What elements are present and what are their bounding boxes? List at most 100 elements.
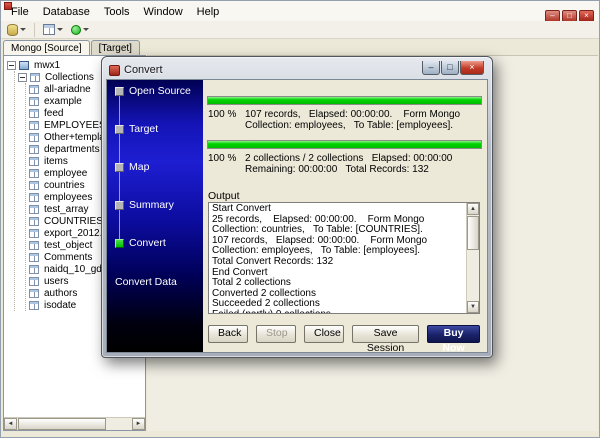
table-icon [29,133,39,142]
tree-item-label[interactable]: users [42,276,70,287]
scrollbar-thumb[interactable] [18,418,106,430]
tree-item-label[interactable]: test_object [42,240,94,251]
menu-file[interactable]: File [4,5,36,19]
dialog-minimize-button[interactable]: – [422,61,440,75]
output-line: Total Convert Records: 132 [212,257,463,268]
tree-item-label[interactable]: departments [42,144,102,155]
menu-window[interactable]: Window [137,5,190,19]
tree-item-label[interactable]: employee [42,168,89,179]
tree-item-label[interactable]: COUNTRIES [42,216,105,227]
step-label: Map [129,161,149,173]
total-progress-text: 100 % 2 collections / 2 collections Elap… [208,153,482,175]
collapse-icon[interactable] [18,73,27,82]
menu-database[interactable]: Database [36,5,97,19]
scroll-up-icon[interactable] [467,203,479,215]
run-convert-button[interactable] [69,24,91,36]
tree-item-label[interactable]: all-ariadne [42,84,93,95]
table-icon [29,181,39,190]
table-icon [29,145,39,154]
output-line: 107 records, Elapsed: 00:00:00. Form Mon… [212,236,463,257]
tree-item-label[interactable]: employees [42,192,94,203]
scroll-right-icon[interactable] [132,418,145,430]
wizard-content: 100 % 107 records, Elapsed: 00:00:00. Fo… [203,80,487,352]
database-icon [7,24,18,36]
step-marker-icon [115,125,124,134]
table-icon [29,217,39,226]
output-box: Start Convert 25 records, Elapsed: 00:00… [208,202,480,314]
wizard-step-map: Map [115,161,149,173]
collapse-icon[interactable] [7,61,16,70]
scrollbar-thumb[interactable] [467,216,479,250]
wizard-step-summary: Summary [115,199,174,211]
scroll-left-icon[interactable] [4,418,17,430]
scroll-down-icon[interactable] [467,301,479,313]
tree-item-label[interactable]: feed [42,108,65,119]
table-icon [29,301,39,310]
current-progress-text: 100 % 107 records, Elapsed: 00:00:00. Fo… [208,109,482,131]
table-icon [29,205,39,214]
buy-now-button[interactable]: Buy Now [427,325,480,343]
tree-root-label[interactable]: mwx1 [32,60,62,71]
output-log: Start Convert 25 records, Elapsed: 00:00… [209,203,466,313]
total-progress-percent: 100 % [208,153,245,175]
save-session-button[interactable]: Save Session [352,325,419,343]
tab-mongo-source[interactable]: Mongo [Source] [3,40,90,55]
tree-collections-label[interactable]: Collections [43,72,96,83]
table-icon [29,97,39,106]
run-icon [71,25,81,35]
table-icon [29,121,39,130]
wizard-sidebar: Open Source Target Map Summary Convert [107,80,203,352]
progress-fill [208,141,481,148]
tree-item-label[interactable]: EMPLOYEES [42,120,108,131]
table-icon [29,265,39,274]
tree-item-label[interactable]: test_array [42,204,90,215]
table-icon [29,157,39,166]
tab-target[interactable]: [Target] [91,40,140,55]
step-marker-icon-active [115,239,124,248]
table-icon [29,85,39,94]
main-window: File Database Tools Window Help – □ × Mo… [0,0,600,438]
title-bar[interactable]: File Database Tools Window Help – □ × [1,1,599,21]
chevron-down-icon [83,28,89,31]
stop-button[interactable]: Stop [256,325,296,343]
tree-item-label[interactable]: isodate [42,300,78,311]
step-marker-icon [115,163,124,172]
back-button[interactable]: Back [208,325,248,343]
output-label: Output [208,190,240,202]
total-progress-status: 2 collections / 2 collections Elapsed: 0… [245,153,482,175]
step-label: Open Source [129,85,191,97]
dialog-maximize-button[interactable]: □ [441,61,459,75]
output-line: 25 records, Elapsed: 00:00:00. Form Mong… [212,215,463,236]
table-icon [29,277,39,286]
tree-item-label[interactable]: items [42,156,70,167]
open-database-button[interactable] [5,23,28,37]
wizard-step-convert: Convert [115,237,166,249]
horizontal-scrollbar[interactable] [4,417,145,430]
dialog-close-button[interactable]: × [460,61,484,75]
dialog-title-bar[interactable]: Convert – □ × [106,61,488,79]
chevron-down-icon [20,28,26,31]
close-dialog-button[interactable]: Close [304,325,344,343]
menu-help[interactable]: Help [190,5,227,19]
output-line: Start Convert [212,204,463,215]
tree-item-label[interactable]: countries [42,180,87,191]
tree-item-label[interactable]: example [42,96,84,107]
table-icon [29,253,39,262]
source-target-tabbar: Mongo [Source] [Target] [1,39,599,55]
vertical-scrollbar[interactable] [466,203,479,313]
server-icon [19,61,29,70]
table-icon [43,24,55,35]
menu-tools[interactable]: Tools [97,5,137,19]
wizard-step-target: Target [115,123,158,135]
table-tools-button[interactable] [41,23,65,36]
table-icon [29,109,39,118]
wizard-sidebar-footer: Convert Data [115,276,177,288]
dialog-window-controls: – □ × [421,61,484,75]
dialog-title: Convert [124,64,163,76]
tree-item-label[interactable]: Comments [42,252,94,263]
convert-dialog: Convert – □ × Open Source Target [101,56,493,358]
tree-item-label[interactable]: authors [42,288,79,299]
step-label: Summary [129,199,174,211]
total-progress-bar [207,140,482,149]
tree-item-label[interactable]: export_2012... [42,228,110,239]
